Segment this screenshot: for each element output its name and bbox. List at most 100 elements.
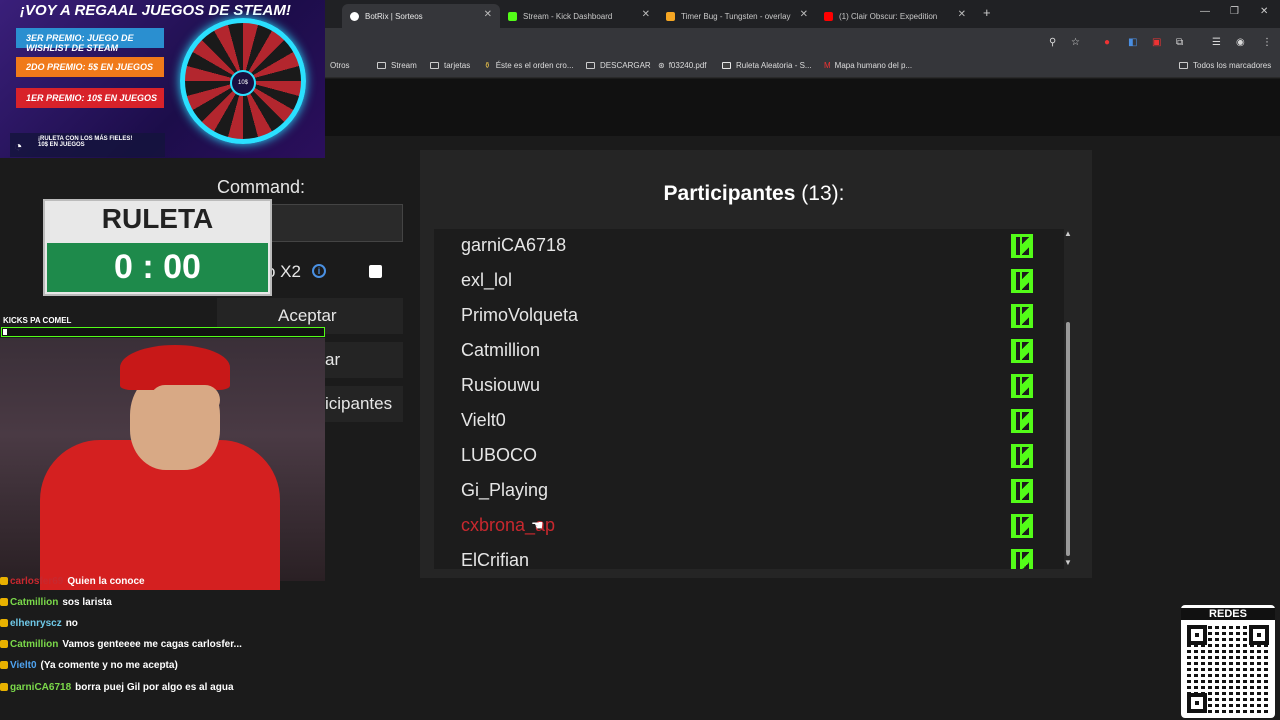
prize-first: 1ER PREMIO: 10$ EN JUEGOS	[16, 88, 164, 108]
participant-row[interactable]: ElCrifian	[434, 544, 1064, 569]
bookmark-label: Stream	[391, 61, 417, 70]
folder-icon	[430, 62, 439, 69]
new-tab-button[interactable]: +	[983, 5, 991, 20]
bookmark-pdf[interactable]: ⊛ f03240.pdf	[658, 61, 707, 70]
bookmark-label: Éste es el orden cro...	[495, 61, 574, 70]
scrollbar-thumb[interactable]	[1066, 322, 1070, 556]
participant-row[interactable]: Rusiouwu	[434, 369, 1064, 404]
extension-record-icon[interactable]: ●	[1104, 37, 1110, 48]
participant-row[interactable]: PrimoVolqueta	[434, 299, 1064, 334]
redes-title: REDES	[1181, 608, 1275, 620]
zoom-icon[interactable]: ⚲	[1049, 37, 1056, 48]
bookmark-label: Ruleta Aleatoria - S...	[736, 61, 812, 70]
bookmark-otros[interactable]: Otros	[330, 61, 350, 70]
page-icon: ⚱	[484, 61, 491, 70]
x2-checkbox[interactable]	[369, 265, 382, 278]
kicks-goal-bar	[1, 327, 325, 337]
bookmark-orden[interactable]: ⚱ Éste es el orden cro...	[484, 61, 574, 70]
bookmark-ruleta[interactable]: Ruleta Aleatoria - S...	[722, 61, 812, 70]
close-icon[interactable]: ✕	[800, 9, 808, 20]
maximize-icon[interactable]: ❐	[1230, 6, 1239, 17]
badge-icon	[0, 683, 8, 691]
giveaway-footer: ¡RULETA CON LOS MÁS FIELES! 10$ EN JUEGO…	[10, 133, 165, 157]
tab-label: Stream - Kick Dashboard	[523, 11, 613, 21]
participant-row[interactable]: cxbrona_ap	[434, 509, 1064, 544]
info-icon[interactable]: i	[312, 264, 326, 278]
star-icon[interactable]: ☆	[1071, 37, 1080, 48]
tab-botrix[interactable]: BotRix | Sorteos ✕	[342, 4, 500, 28]
gmail-icon: M	[824, 61, 831, 70]
participant-name: ElCrifian	[461, 550, 530, 569]
participant-row[interactable]: garniCA6718	[434, 229, 1064, 264]
chat-username: elhenryscz	[10, 618, 62, 629]
ruleta-countdown: 0 : 00	[47, 243, 268, 292]
bookmark-tarjetas[interactable]: tarjetas	[430, 61, 470, 70]
participant-row[interactable]: Vielt0	[434, 404, 1064, 439]
all-bookmarks[interactable]: Todos los marcadores	[1179, 61, 1271, 70]
bookmark-label: Mapa humano del p...	[834, 61, 913, 70]
prize-second: 2DO PREMIO: 5$ EN JUEGOS	[16, 57, 164, 77]
bookmark-label: Todos los marcadores	[1193, 61, 1272, 70]
qr-code	[1187, 625, 1269, 713]
folder-icon	[586, 62, 595, 69]
kick-icon	[1011, 234, 1033, 258]
tab-timer-bug[interactable]: Timer Bug - Tungsten - overlay ✕	[658, 4, 816, 28]
kick-icon	[1011, 269, 1033, 293]
kicks-goal-fill	[3, 329, 7, 335]
webcam-person-cap	[120, 345, 230, 390]
bookmark-label: tarjetas	[444, 61, 471, 70]
close-icon[interactable]: ✕	[484, 9, 492, 20]
chat-text: (Ya comente y no me acepta)	[40, 660, 178, 671]
chat-message: Catmillion Vamos genteeee me cagas carlos…	[0, 639, 242, 650]
chat-text: borra puej Gil por algo es al agua	[75, 682, 234, 693]
bookmark-descargar[interactable]: DESCARGAR	[586, 61, 651, 70]
kick-icon	[1011, 339, 1033, 363]
close-icon[interactable]: ✕	[958, 9, 966, 20]
badge-icon	[0, 577, 8, 585]
qr-finder	[1187, 693, 1207, 713]
bookmark-label: Otros	[330, 61, 350, 70]
profile-icon[interactable]: ◉	[1236, 37, 1245, 48]
kick-icon	[1011, 304, 1033, 328]
menu-icon[interactable]: ⋮	[1262, 37, 1272, 48]
wheel-center-label: 10$	[230, 70, 256, 96]
tungsten-icon	[666, 11, 675, 21]
participant-row[interactable]: LUBOCO	[434, 439, 1064, 474]
scroll-up-arrow[interactable]: ▲	[1064, 229, 1072, 238]
participants-title: Participantes (13):	[420, 182, 1088, 206]
translate-icon[interactable]: ◧	[1128, 37, 1137, 48]
chat-text: Vamos genteeee me cagas carlosfer...	[62, 639, 242, 650]
chat-username: garniCA6718	[10, 682, 72, 693]
media-icon[interactable]: ☰	[1212, 37, 1221, 48]
folder-icon	[1179, 62, 1188, 69]
bookmark-stream[interactable]: Stream	[377, 61, 417, 70]
chat-message: elhenryscz no	[0, 618, 78, 629]
participant-row[interactable]: Catmillion	[434, 334, 1064, 369]
close-icon[interactable]: ✕	[642, 9, 650, 20]
participants-list[interactable]: garniCA6718 exl_lol PrimoVolqueta Catmillio…	[434, 229, 1064, 569]
tab-kick-dashboard[interactable]: Stream - Kick Dashboard ✕	[500, 4, 658, 28]
giveaway-footer-line2: 10$ EN JUEGOS	[38, 142, 85, 148]
tab-youtube[interactable]: (1) Clair Obscur: Expedition ✕	[816, 4, 974, 28]
close-window-icon[interactable]: ✕	[1260, 6, 1268, 17]
youtube-icon	[824, 11, 833, 21]
kick-icon	[508, 11, 517, 21]
participant-name: Vielt0	[461, 410, 506, 430]
globe-icon: ⊛	[658, 61, 665, 70]
minimize-icon[interactable]: —	[1200, 6, 1210, 17]
tab-label: BotRix | Sorteos	[365, 11, 423, 21]
participant-row[interactable]: exl_lol	[434, 264, 1064, 299]
chat-username: Vielt0	[10, 660, 37, 671]
puzzle-icon[interactable]: ⧉	[1176, 37, 1183, 48]
extension-icon[interactable]: ▣	[1152, 37, 1161, 48]
badge-icon	[0, 598, 8, 606]
chat-text: sos larista	[62, 597, 112, 608]
participant-name: garniCA6718	[461, 235, 567, 255]
bookmark-mapa[interactable]: M Mapa humano del p...	[824, 61, 912, 70]
kick-icon	[1011, 374, 1033, 398]
kick-icon	[1011, 514, 1033, 538]
kick-icon	[1011, 479, 1033, 503]
bookmark-label: f03240.pdf	[668, 61, 707, 70]
participant-row[interactable]: Gi_Playing	[434, 474, 1064, 509]
scroll-down-arrow[interactable]: ▼	[1064, 558, 1072, 567]
